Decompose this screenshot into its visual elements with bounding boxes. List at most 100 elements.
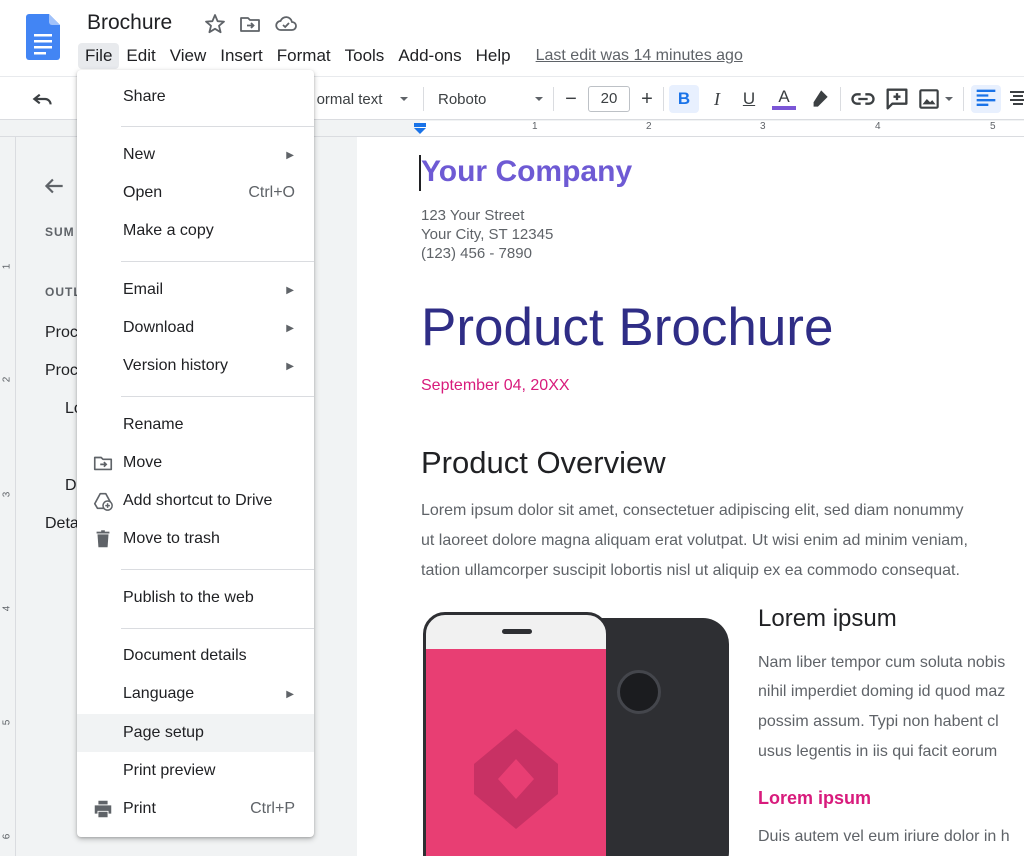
brochure-date[interactable]: September 04, 20XX [421, 377, 570, 395]
menu-item-new[interactable]: New ▶ [77, 136, 314, 174]
menu-tools[interactable]: Tools [338, 43, 392, 69]
insert-link-icon[interactable] [849, 85, 877, 113]
insert-image-icon[interactable] [916, 85, 942, 113]
phone-camera-image [617, 670, 661, 714]
italic-button[interactable]: I [703, 85, 731, 113]
decrease-font-size-button[interactable]: − [560, 85, 582, 113]
paragraph-style-select[interactable]: ormal text [312, 85, 387, 113]
submenu-arrow-icon: ▶ [286, 284, 294, 296]
summary-label: SUM [45, 225, 75, 239]
paragraph-line[interactable]: Lorem ipsum dolor sit amet, consectetuer… [421, 502, 963, 520]
outline-item[interactable]: D [65, 477, 77, 495]
menu-item-page-setup[interactable]: Page setup [77, 714, 314, 752]
menu-item-rename[interactable]: Rename [77, 406, 314, 444]
font-size-input[interactable]: 20 [588, 86, 630, 112]
docs-logo-icon[interactable] [26, 14, 60, 60]
menu-item-print-preview[interactable]: Print preview [77, 752, 314, 790]
ruler-number: 3 [1, 491, 13, 498]
move-folder-icon[interactable] [238, 12, 262, 36]
menu-format[interactable]: Format [270, 43, 338, 69]
align-left-icon[interactable] [971, 85, 1001, 113]
back-arrow-icon[interactable] [41, 173, 67, 199]
menu-item-print[interactable]: Print Ctrl+P [77, 790, 314, 828]
submenu-arrow-icon: ▶ [286, 149, 294, 161]
bold-button[interactable]: B [669, 85, 699, 113]
menu-add-ons[interactable]: Add-ons [391, 43, 468, 69]
company-name[interactable]: Your Company [421, 155, 632, 189]
cloud-status-icon[interactable] [274, 12, 298, 36]
menu-item-publish[interactable]: Publish to the web [77, 579, 314, 617]
ruler-number: 4 [1, 605, 13, 612]
menu-bar: File Edit View Insert Format Tools Add-o… [78, 43, 743, 69]
paragraph-line[interactable]: tation ullamcorper suscipit lobortis nis… [421, 562, 960, 580]
outline-item[interactable]: Proc [45, 362, 78, 380]
menu-item-add-shortcut[interactable]: Add shortcut to Drive [77, 482, 314, 520]
paragraph-line[interactable]: usus legentis in iis qui facit eorum [758, 743, 997, 761]
printer-icon [94, 800, 112, 818]
highlight-pen-icon[interactable] [806, 85, 832, 113]
menu-item-open[interactable]: Open Ctrl+O [77, 174, 314, 212]
section-heading[interactable]: Product Overview [421, 445, 666, 481]
ruler-number: 2 [646, 121, 652, 132]
trash-icon [96, 530, 110, 548]
align-center-icon[interactable] [1006, 85, 1024, 113]
address-line[interactable]: (123) 456 - 7890 [421, 245, 532, 262]
submenu-arrow-icon: ▶ [286, 322, 294, 334]
menu-item-share[interactable]: Share [77, 78, 314, 116]
add-comment-icon[interactable] [883, 85, 911, 113]
text-color-label: A [778, 87, 790, 106]
menu-item-document-details[interactable]: Document details [77, 637, 314, 675]
chevron-down-icon[interactable] [941, 85, 957, 113]
ruler-number: 5 [990, 121, 996, 132]
address-line[interactable]: 123 Your Street [421, 207, 524, 224]
chevron-down-icon[interactable] [531, 85, 547, 113]
font-family-select[interactable]: Roboto [438, 85, 486, 113]
menu-item-move-to-trash[interactable]: Move to trash [77, 520, 314, 558]
menu-view[interactable]: View [163, 43, 214, 69]
indent-marker-icon[interactable] [413, 123, 427, 135]
menu-item-move[interactable]: Move [77, 444, 314, 482]
brochure-title[interactable]: Product Brochure [421, 297, 833, 358]
menu-item-version-history[interactable]: Version history ▶ [77, 347, 314, 385]
text-color-swatch [772, 106, 796, 110]
menu-file[interactable]: File [78, 43, 120, 69]
paragraph-line[interactable]: nihil imperdiet doming id quod maz [758, 683, 1005, 701]
paragraph-line[interactable]: possim assum. Typi non habent cl [758, 713, 999, 731]
vertical-ruler[interactable]: 1 2 3 4 5 6 [0, 137, 16, 856]
sub-heading[interactable]: Lorem ipsum [758, 605, 897, 633]
increase-font-size-button[interactable]: + [636, 85, 658, 113]
paragraph-line[interactable]: Nam liber tempor cum soluta nobis [758, 654, 1005, 672]
phone-front-image [423, 612, 609, 856]
address-line[interactable]: Your City, ST 12345 [421, 226, 553, 243]
menu-insert[interactable]: Insert [213, 43, 270, 69]
paragraph-line[interactable]: ut laoreet dolore magna aliquam erat vol… [421, 532, 968, 550]
document-title[interactable]: Brochure [87, 11, 172, 35]
submenu-arrow-icon: ▶ [286, 688, 294, 700]
menu-edit[interactable]: Edit [119, 43, 162, 69]
menu-item-download[interactable]: Download ▶ [77, 309, 314, 347]
underline-button[interactable]: U [735, 85, 763, 113]
ruler-number: 4 [875, 121, 881, 132]
product-logo-image [474, 729, 558, 829]
document-page[interactable]: Your Company 123 Your Street Your City, … [357, 137, 1024, 856]
app-header: Brochure File Edit View Insert Format To… [0, 0, 1024, 76]
paragraph-line[interactable]: Duis autem vel eum iriure dolor in h [758, 828, 1010, 846]
star-icon[interactable] [203, 12, 227, 36]
add-shortcut-icon [93, 492, 113, 511]
menu-item-language[interactable]: Language ▶ [77, 675, 314, 713]
chevron-down-icon[interactable] [396, 85, 412, 113]
text-color-button[interactable]: A [769, 85, 799, 113]
menu-item-make-a-copy[interactable]: Make a copy [77, 212, 314, 250]
ruler-number: 2 [1, 376, 13, 383]
last-edit-link[interactable]: Last edit was 14 minutes ago [536, 47, 743, 65]
submenu-arrow-icon: ▶ [286, 360, 294, 372]
ruler-number: 1 [532, 121, 538, 132]
outline-item[interactable]: Proc [45, 324, 78, 342]
ruler-number: 1 [1, 263, 13, 270]
menu-item-email[interactable]: Email ▶ [77, 271, 314, 309]
undo-icon[interactable] [30, 85, 56, 113]
sub-heading-accent[interactable]: Lorem ipsum [758, 788, 871, 809]
menu-help[interactable]: Help [469, 43, 518, 69]
outline-item[interactable]: Deta [45, 515, 79, 533]
file-menu-dropdown: Share New ▶ Open Ctrl+O Make a copy Emai… [77, 70, 314, 837]
